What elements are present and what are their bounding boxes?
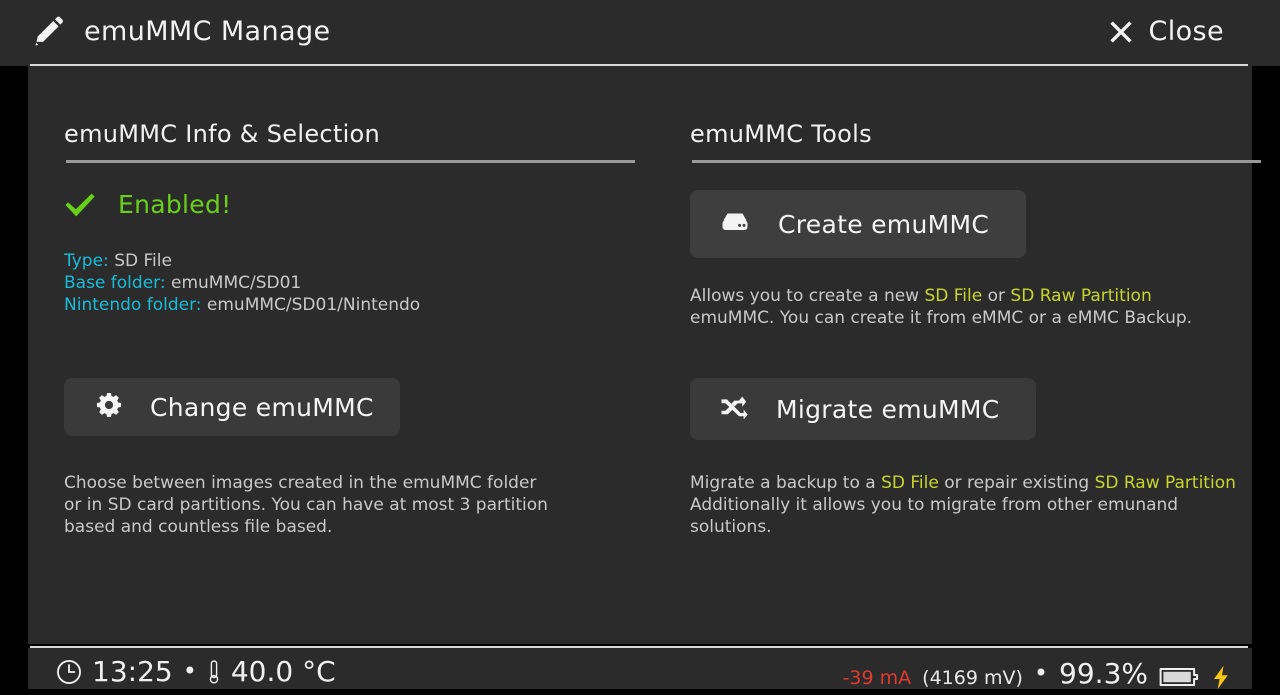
- migrate-emummc-label: Migrate emuMMC: [776, 394, 1000, 424]
- gear-icon: [96, 392, 122, 422]
- desc-line-3: based and countless file based.: [64, 517, 333, 537]
- hard-drive-icon: [720, 210, 750, 238]
- info-value-type: SD File: [114, 251, 172, 271]
- migrate-emummc-description: Migrate a backup to a SD File or repair …: [690, 472, 1250, 538]
- statusbar-voltage: (4169 mV): [922, 667, 1023, 689]
- info-row-base-folder: Base folder: emuMMC/SD01: [64, 272, 420, 294]
- checkmark-icon: [64, 192, 96, 218]
- emummc-info-list: Type: SD File Base folder: emuMMC/SD01 N…: [64, 250, 420, 316]
- change-emummc-button[interactable]: Change emuMMC: [64, 378, 400, 436]
- migrate-desc-highlight-sd-raw: SD Raw Partition: [1094, 473, 1236, 493]
- change-emummc-description: Choose between images created in the emu…: [64, 472, 624, 538]
- create-desc-text-1: Allows you to create a new: [690, 286, 925, 306]
- statusbar-time: 13:25: [92, 655, 173, 688]
- create-desc-highlight-sd-raw: SD Raw Partition: [1010, 286, 1152, 306]
- close-label: Close: [1148, 16, 1224, 47]
- lightning-bolt-icon: [1212, 662, 1230, 689]
- create-desc-text-2: or: [982, 286, 1011, 306]
- close-x-icon: [1108, 19, 1134, 45]
- migrate-desc-text-2: or repair existing: [938, 473, 1095, 493]
- close-button[interactable]: Close: [1108, 10, 1224, 54]
- clock-icon: [56, 659, 82, 685]
- statusbar-left: 13:25 • 40.0 °C: [56, 655, 336, 689]
- right-section-divider: [692, 160, 1261, 163]
- statusbar-right: -39 mA (4169 mV) • 99.3%: [843, 657, 1230, 691]
- desc-line-1: Choose between images created in the emu…: [64, 473, 537, 493]
- info-value-nintendo-folder: emuMMC/SD01/Nintendo: [206, 295, 421, 315]
- emummc-status-text: Enabled!: [118, 190, 232, 219]
- info-row-type: Type: SD File: [64, 250, 420, 272]
- content-area: emuMMC Info & Selection Enabled! Type: S…: [28, 66, 1261, 644]
- statusbar: 13:25 • 40.0 °C -39 mA (4169 mV) • 99.3%: [28, 648, 1252, 691]
- app-screen: emuMMC Manage Close emuMMC Info & Select…: [0, 0, 1280, 691]
- migrate-desc-text-1: Migrate a backup to a: [690, 473, 882, 493]
- pencil-icon: [32, 15, 66, 49]
- emummc-status: Enabled!: [64, 190, 231, 219]
- right-section-title: emuMMC Tools: [690, 120, 872, 148]
- shuffle-icon: [720, 395, 748, 423]
- create-emummc-description: Allows you to create a new SD File or SD…: [690, 285, 1250, 329]
- create-desc-highlight-sd-file: SD File: [924, 286, 983, 306]
- info-label-base-folder: Base folder:: [64, 273, 166, 293]
- create-desc-line-2: emuMMC. You can create it from eMMC or a…: [690, 308, 1193, 328]
- desc-line-2: or in SD card partitions. You can have a…: [64, 495, 548, 515]
- change-emummc-label: Change emuMMC: [150, 392, 374, 422]
- page-title: emuMMC Manage: [84, 16, 331, 47]
- titlebar: emuMMC Manage Close: [0, 0, 1280, 66]
- titlebar-left: emuMMC Manage: [32, 8, 331, 56]
- migrate-emummc-button[interactable]: Migrate emuMMC: [690, 378, 1036, 440]
- create-desc-line-1: Allows you to create a new SD File or SD…: [690, 285, 1250, 307]
- battery-icon: [1159, 662, 1201, 686]
- frame-left: [0, 66, 28, 689]
- info-label-type: Type:: [64, 251, 109, 271]
- info-value-base-folder: emuMMC/SD01: [170, 273, 302, 293]
- thermometer-icon: [207, 659, 221, 685]
- left-section-divider: [66, 160, 635, 163]
- create-emummc-label: Create emuMMC: [778, 209, 990, 239]
- migrate-desc-line-3: solutions.: [690, 517, 772, 537]
- info-row-nintendo-folder: Nintendo folder: emuMMC/SD01/Nintendo: [64, 294, 420, 316]
- statusbar-temperature: 40.0 °C: [230, 655, 336, 688]
- migrate-desc-highlight-sd-file: SD File: [881, 473, 939, 493]
- create-emummc-button[interactable]: Create emuMMC: [690, 190, 1026, 258]
- migrate-desc-line-2: Additionally it allows you to migrate fr…: [690, 495, 1179, 515]
- statusbar-separator-2: •: [1033, 659, 1049, 687]
- left-section-title: emuMMC Info & Selection: [64, 120, 381, 148]
- migrate-desc-line-1: Migrate a backup to a SD File or repair …: [690, 472, 1250, 494]
- info-label-nintendo-folder: Nintendo folder:: [64, 295, 202, 315]
- statusbar-battery-percent: 99.3%: [1059, 657, 1148, 690]
- statusbar-separator-1: •: [182, 657, 197, 685]
- statusbar-current: -39 mA: [842, 667, 912, 689]
